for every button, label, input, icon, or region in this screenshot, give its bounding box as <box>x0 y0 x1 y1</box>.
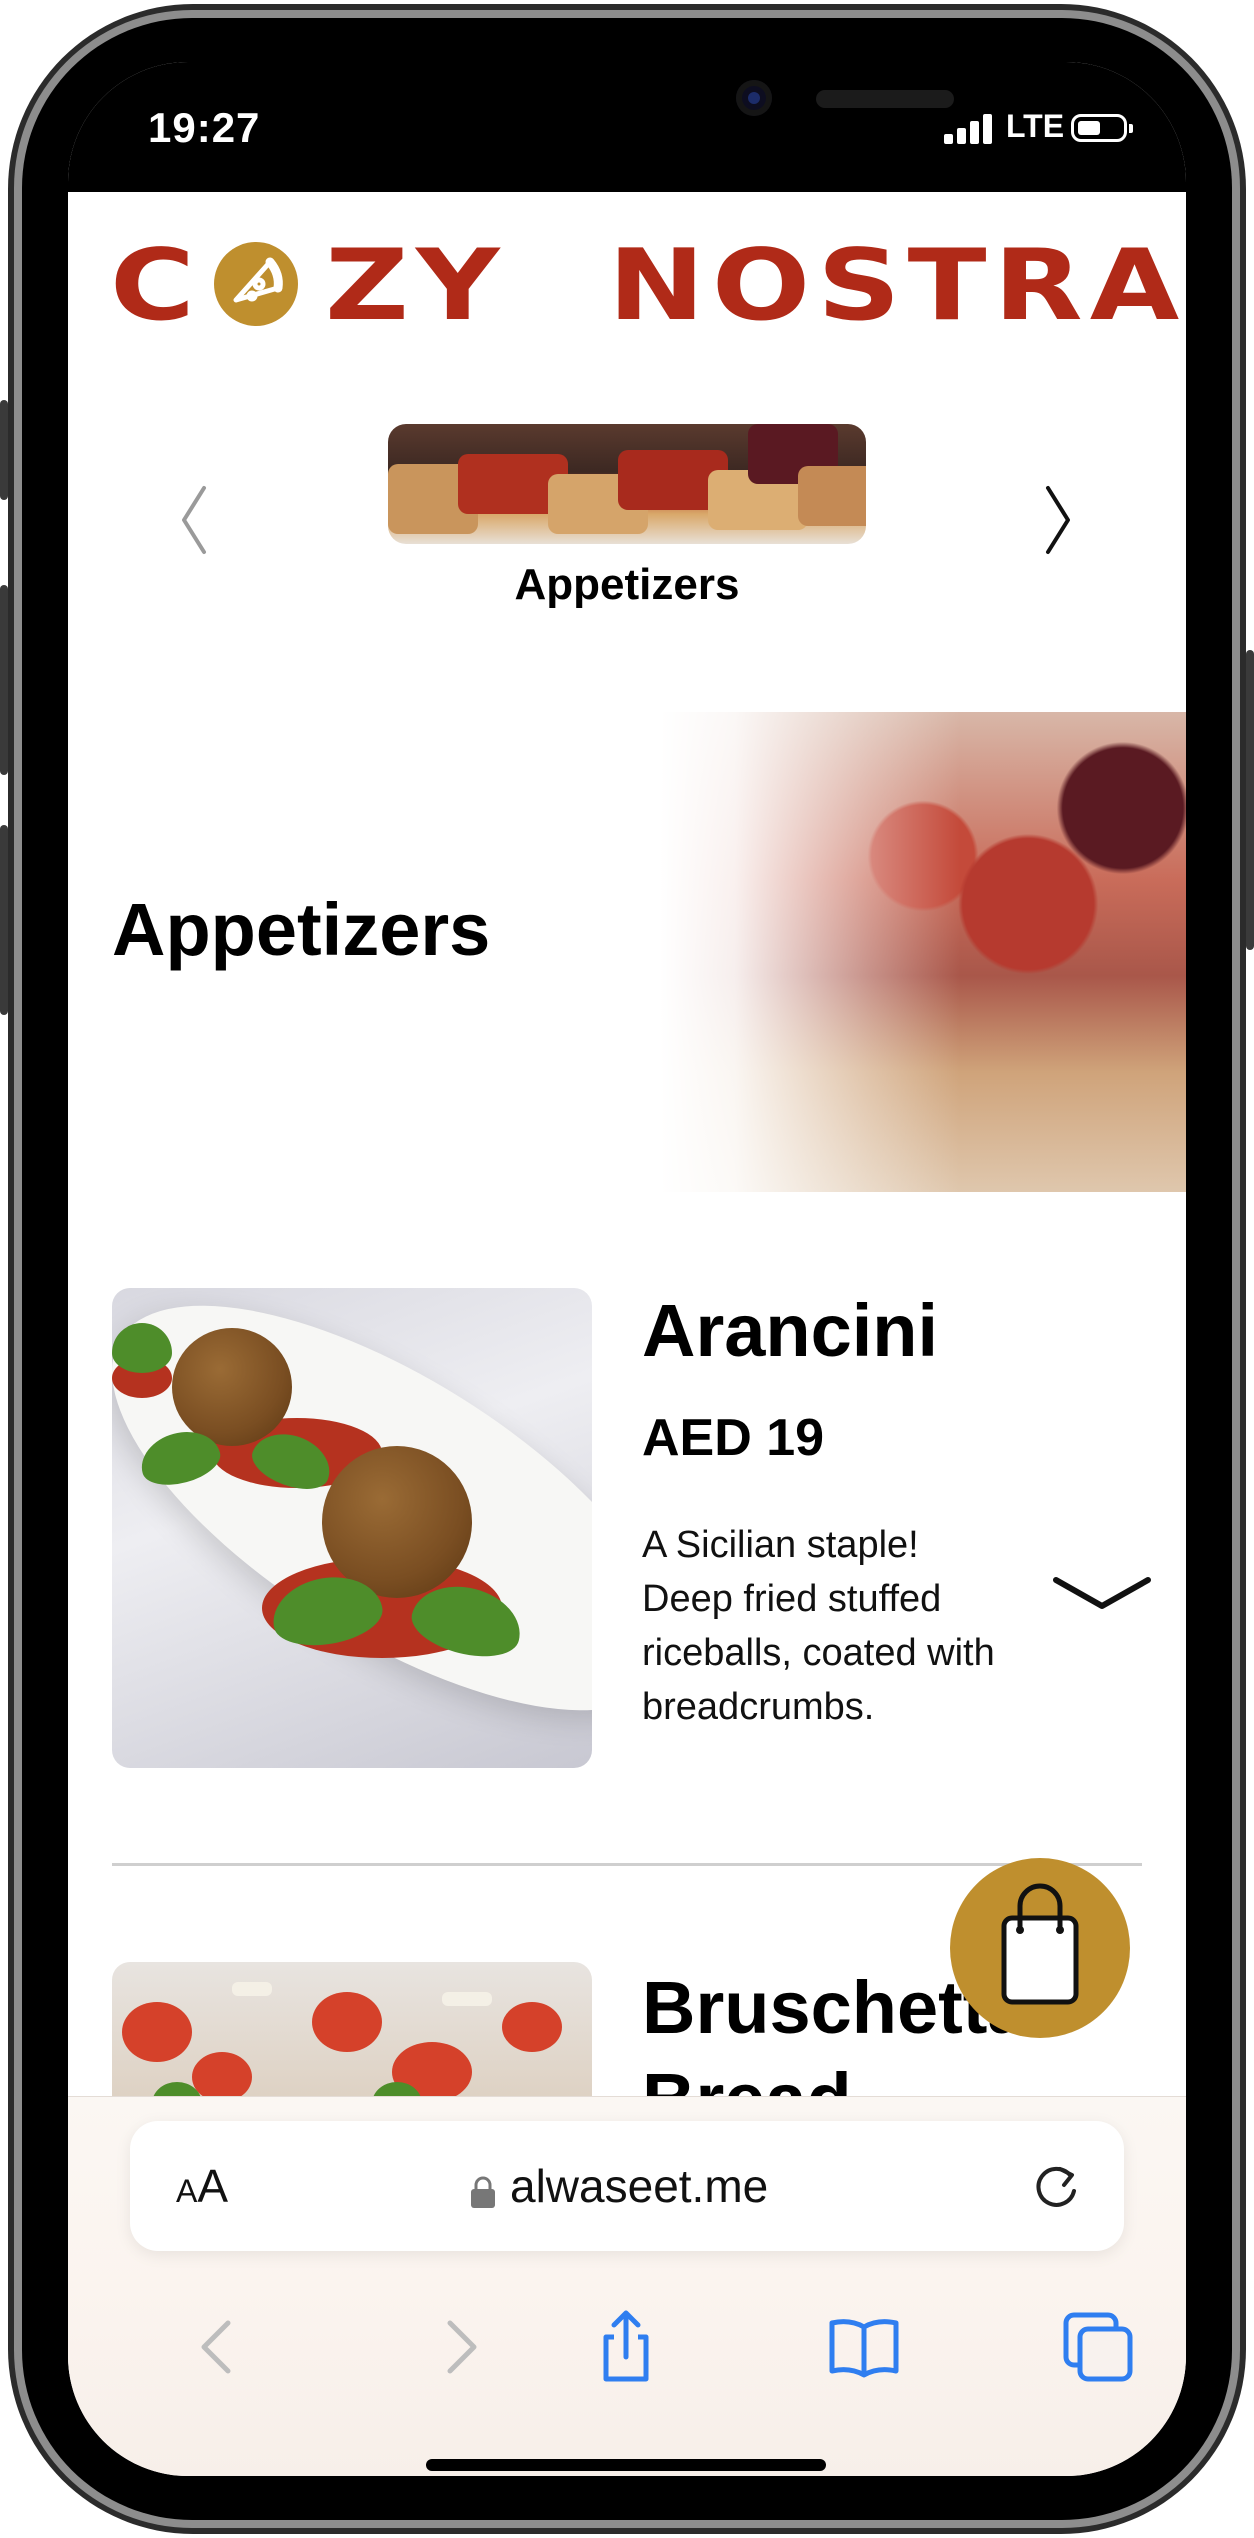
bookmarks-icon[interactable] <box>824 2307 904 2387</box>
menu-item-name: Arancini <box>642 1289 939 1372</box>
browser-toolbar: AA alwaseet.me <box>68 2096 1186 2476</box>
status-bar: 19:27 LTE <box>68 62 1186 192</box>
lock-icon <box>471 2176 495 2208</box>
category-next-button[interactable] <box>1040 482 1076 558</box>
text-size-button[interactable]: AA <box>176 2159 228 2213</box>
home-indicator <box>426 2459 826 2471</box>
screen: 19:27 LTE C ZY NOSTRA Appetizers Appetiz… <box>68 62 1186 2476</box>
share-icon[interactable] <box>586 2307 666 2387</box>
url-text[interactable]: alwaseet.me <box>510 2159 768 2213</box>
chevron-down-icon <box>1053 1577 1151 1609</box>
front-camera <box>736 80 772 116</box>
menu-item-price: AED 19 <box>642 1409 825 1467</box>
pizza-slice-icon <box>214 242 298 326</box>
signal-icon <box>944 112 996 144</box>
tabs-icon[interactable] <box>1058 2307 1138 2387</box>
section-header: Appetizers <box>68 712 1186 1192</box>
back-icon[interactable] <box>178 2307 258 2387</box>
brand-logo[interactable]: C ZY NOSTRA <box>110 229 1179 343</box>
section-title: Appetizers <box>112 888 491 971</box>
expand-item-button[interactable] <box>1052 1572 1152 1616</box>
status-time: 19:27 <box>148 104 261 151</box>
menu-item-image <box>112 1288 592 1768</box>
address-bar[interactable]: AA alwaseet.me <box>130 2121 1124 2251</box>
forward-icon[interactable] <box>420 2307 500 2387</box>
menu-item[interactable]: Arancini AED 19 A Sicilian staple! Deep … <box>112 1288 1151 1768</box>
chevron-left-icon <box>182 486 206 554</box>
network-label: LTE <box>1006 108 1065 144</box>
logo-word-nostra: NOSTRA <box>608 229 1186 343</box>
logo-letters-zy: ZY <box>325 229 507 343</box>
phone-frame: 19:27 LTE C ZY NOSTRA Appetizers Appetiz… <box>0 0 1254 2538</box>
battery-icon <box>1071 114 1133 142</box>
category-prev-button[interactable] <box>176 482 212 558</box>
menu-item-description: A Sicilian staple! Deep fried stuffed ri… <box>642 1524 995 1728</box>
category-label[interactable]: Appetizers <box>68 560 1186 610</box>
shopping-bag-icon <box>1001 1883 1079 2005</box>
cart-button[interactable] <box>950 1858 1130 2038</box>
chevron-right-icon <box>1046 486 1070 554</box>
logo-letter-c: C <box>110 229 202 343</box>
category-thumbnail[interactable] <box>388 424 866 544</box>
notch <box>326 62 954 152</box>
reload-icon[interactable] <box>1030 2159 1084 2213</box>
